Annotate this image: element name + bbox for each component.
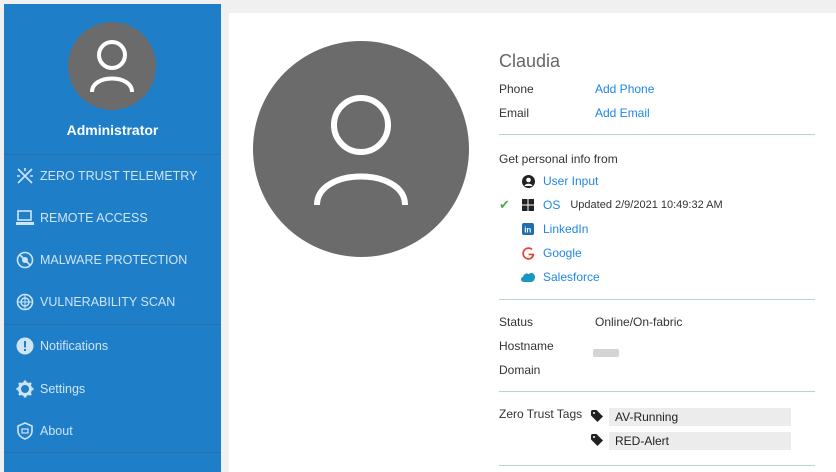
admin-avatar[interactable]	[68, 22, 156, 110]
salesforce-icon	[521, 270, 535, 284]
source-os[interactable]: ✔ OS Updated 2/9/2021 10:49:32 AM	[499, 196, 723, 214]
nav-label: Settings	[40, 382, 86, 396]
vulnerability-scan-icon	[16, 293, 34, 311]
admin-profile: Administrator	[4, 4, 221, 155]
status-value: Online/On-fabric	[595, 315, 683, 329]
google-icon	[521, 246, 535, 260]
source-google[interactable]: Google	[499, 244, 582, 262]
check-icon: ✔	[499, 197, 510, 212]
phone-label: Phone	[499, 82, 534, 96]
nav-label: ZERO TRUST TELEMETRY	[40, 169, 198, 183]
zero-trust-tags-label: Zero Trust Tags	[499, 407, 583, 421]
divider	[499, 134, 815, 135]
nav-label: About	[40, 424, 73, 438]
source-label: LinkedIn	[543, 222, 589, 236]
nav-malware-protection[interactable]: MALWARE PROTECTION	[4, 239, 221, 281]
source-label: User Input	[543, 174, 599, 188]
tag-icon	[591, 433, 603, 446]
gear-icon	[16, 380, 34, 398]
nav-label: REMOTE ACCESS	[40, 211, 148, 225]
nav-label: MALWARE PROTECTION	[40, 253, 188, 267]
add-phone-link[interactable]: Add Phone	[595, 82, 654, 96]
nav-label: VULNERABILITY SCAN	[40, 295, 176, 309]
nav-about[interactable]: About	[4, 410, 221, 452]
windows-icon	[521, 198, 535, 212]
user-input-icon	[521, 174, 535, 188]
about-icon	[16, 422, 34, 440]
source-updated: Updated 2/9/2021 10:49:32 AM	[570, 199, 723, 211]
status-label: Status	[499, 315, 534, 329]
admin-name: Administrator	[66, 122, 159, 138]
telemetry-icon	[16, 167, 34, 185]
nav-zero-trust-telemetry[interactable]: ZERO TRUST TELEMETRY	[4, 155, 221, 197]
hostname-label: Hostname	[499, 339, 554, 353]
remote-access-icon	[16, 209, 34, 227]
source-user-input[interactable]: User Input	[499, 172, 598, 190]
hostname-value-redacted	[593, 349, 619, 357]
user-avatar-icon	[314, 95, 408, 206]
linkedin-icon: in	[521, 222, 535, 236]
divider	[499, 391, 815, 392]
sidebar: Administrator ZERO TRUST TELEMETRY REMOT…	[4, 4, 221, 472]
user-avatar	[253, 41, 469, 257]
nav-notifications[interactable]: Notifications	[4, 325, 221, 367]
tag-item: RED-Alert	[609, 432, 791, 450]
nav-remote-access[interactable]: REMOTE ACCESS	[4, 197, 221, 239]
source-salesforce[interactable]: Salesforce	[499, 268, 600, 286]
user-name: Claudia	[499, 51, 561, 71]
divider	[499, 299, 815, 300]
email-label: Email	[499, 106, 530, 120]
nav-divider	[4, 452, 221, 453]
source-linkedin[interactable]: in LinkedIn	[499, 220, 588, 238]
source-label: Salesforce	[543, 270, 600, 284]
divider	[499, 465, 815, 466]
main-panel: Claudia Phone Add Phone Email Add Email …	[229, 13, 836, 472]
source-label: OS	[543, 198, 561, 212]
nav-vulnerability-scan[interactable]: VULNERABILITY SCAN	[4, 281, 221, 323]
malware-protection-icon	[16, 251, 34, 269]
sources-heading: Get personal info from	[499, 152, 618, 166]
add-email-link[interactable]: Add Email	[595, 106, 650, 120]
nav-label: Notifications	[40, 339, 109, 353]
tag-icon	[591, 409, 603, 422]
domain-label: Domain	[499, 363, 541, 377]
svg-text:in: in	[524, 226, 531, 235]
user-avatar-icon	[90, 40, 134, 93]
tag-item: AV-Running	[609, 408, 791, 426]
notification-icon	[16, 337, 34, 355]
source-label: Google	[543, 246, 582, 260]
nav-settings[interactable]: Settings	[4, 368, 221, 410]
